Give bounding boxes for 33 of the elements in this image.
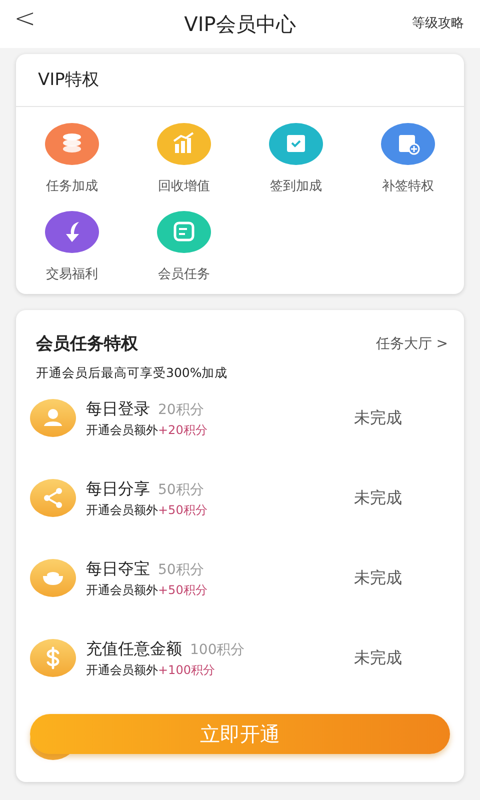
task-bonus: 开通会员额外+20积分: [86, 422, 208, 440]
section-title: 会员任务特权: [36, 333, 138, 356]
section-title: VIP特权: [16, 54, 464, 107]
task-name: 每日分享: [86, 478, 150, 500]
task-name: 充值任意金额: [86, 638, 182, 660]
ingot-icon: [30, 559, 76, 598]
task-points: 20积分: [158, 401, 204, 420]
task-name: 每日夺宝: [86, 558, 150, 580]
dollar-icon: [30, 639, 76, 678]
privilege-item[interactable]: 交易福利: [16, 210, 128, 284]
subtitle: 开通会员后最高可享受300%加成: [36, 364, 229, 382]
task-hall-link[interactable]: 任务大厅 >: [376, 334, 448, 356]
privilege-item[interactable]: 签到加成: [240, 123, 352, 196]
privilege-item[interactable]: 补签特权: [352, 123, 464, 196]
task-status[interactable]: 未完成: [354, 646, 402, 670]
task-name: 每日登录: [86, 398, 150, 420]
page-title: VIP会员中心: [184, 11, 296, 38]
task-status[interactable]: 未完成: [354, 566, 402, 590]
task-status[interactable]: 未完成: [354, 486, 402, 510]
task-bonus: 开通会员额外+100积分: [86, 662, 216, 680]
privilege-item[interactable]: 回收增值: [128, 123, 240, 196]
user-icon: [30, 399, 76, 438]
task-points: 50积分: [158, 561, 204, 580]
task-status[interactable]: 未完成: [354, 406, 402, 430]
share-icon: [30, 479, 76, 518]
guide-link[interactable]: 等级攻略: [412, 14, 464, 34]
task-points: 100积分: [190, 641, 245, 660]
privilege-item[interactable]: 任务加成: [16, 123, 128, 196]
back-button[interactable]: <: [14, 6, 36, 32]
task-bonus: 开通会员额外+50积分: [86, 582, 208, 600]
task-points: 50积分: [158, 481, 204, 500]
privilege-item[interactable]: 会员任务: [128, 210, 240, 284]
task-bonus: 开通会员额外+50积分: [86, 502, 208, 520]
